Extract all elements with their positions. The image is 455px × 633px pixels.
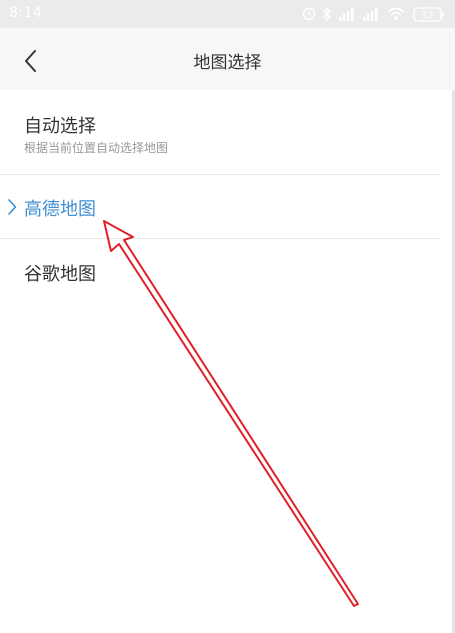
alarm-icon [302,7,316,21]
chevron-right-icon [8,199,17,215]
chevron-left-icon [25,50,36,72]
wifi-icon [387,7,405,20]
battery-icon: 32 [413,7,444,22]
option-google-maps[interactable]: 谷歌地图 [0,239,440,305]
back-button[interactable] [14,44,48,78]
option-google-maps-title: 谷歌地图 [24,264,96,285]
map-option-list: 自动选择 根据当前位置自动选择地图 高德地图 谷歌地图 [0,90,455,633]
option-auto-select[interactable]: 自动选择 根据当前位置自动选择地图 [0,90,440,174]
option-auto-select-subtitle: 根据当前位置自动选择地图 [24,141,169,155]
status-icons: 32 [302,6,444,22]
battery-level: 32 [421,11,434,22]
option-amap-title: 高德地图 [24,199,96,220]
option-auto-select-title: 自动选择 [24,116,96,137]
bluetooth-icon [322,6,332,22]
status-time: 8:14 [9,5,43,21]
status-bar: 8:14 32 [0,0,455,28]
signal-icon [339,8,354,21]
title-bar: 地图选择 [0,28,455,90]
option-amap[interactable]: 高德地图 [0,175,440,238]
signal-icon [363,8,378,21]
page-title: 地图选择 [193,53,262,73]
